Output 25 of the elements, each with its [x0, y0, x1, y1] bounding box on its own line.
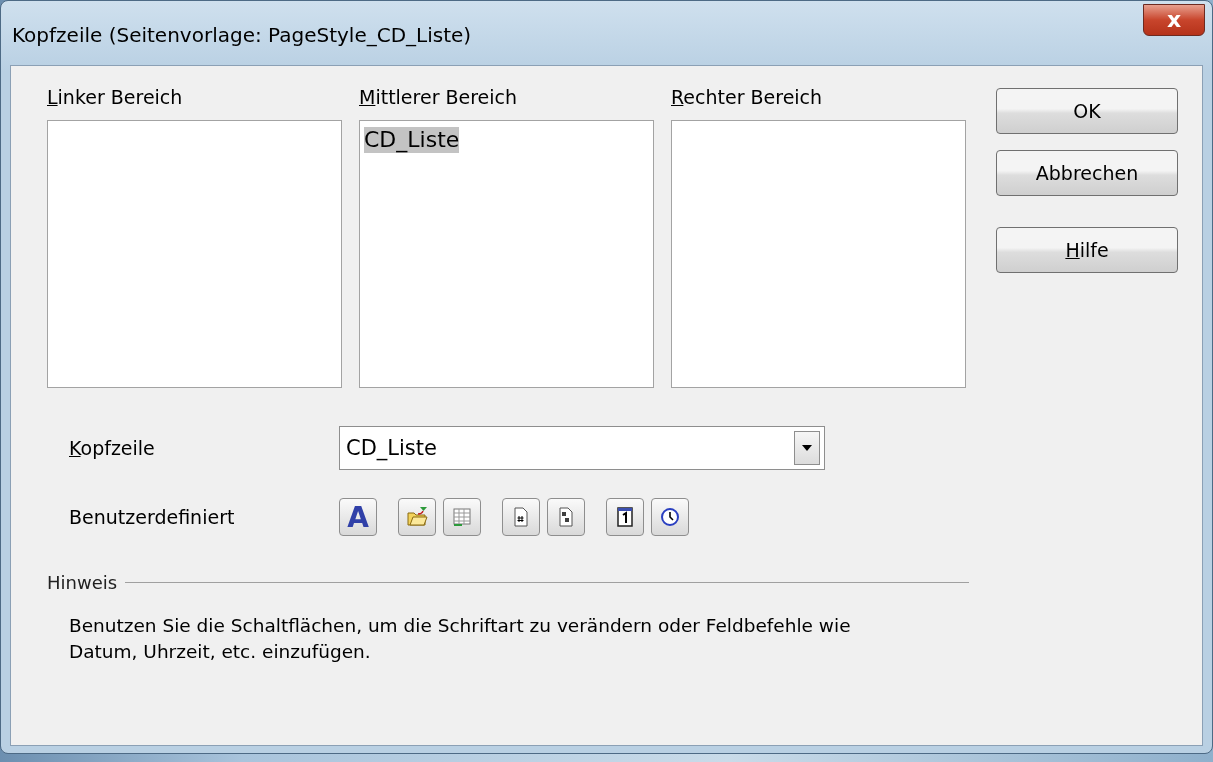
- page-count-icon: [557, 507, 575, 527]
- dialog-button[interactable]: Hilfe: [996, 227, 1178, 273]
- clock-icon: [660, 507, 680, 527]
- area-text: CD_Liste: [364, 127, 460, 153]
- table-icon: [452, 507, 472, 527]
- area-label: Rechter Bereich: [671, 86, 824, 110]
- hint-text: Benutzen Sie die Schaltflächen, um die Schriftart zu verändern oder Feldbefehle wie Datum, Uhrzeit, etc. einzufügen.: [69, 614, 852, 664]
- area-label: Mittlerer Bereich: [359, 86, 519, 110]
- folder-icon: [406, 506, 428, 528]
- toolbar-button[interactable]: [547, 498, 585, 536]
- area-label: Linker Bereich: [47, 86, 184, 110]
- page-number-icon: [512, 507, 530, 527]
- text-area[interactable]: CD_Liste: [359, 120, 654, 388]
- field-label: Kopfzeile: [69, 437, 155, 459]
- section-heading: Hinweis: [47, 572, 118, 593]
- field-label: Benutzerdefiniert: [69, 506, 235, 528]
- window-title: Kopfzeile (Seitenvorlage: PageStyle_CD_Liste): [12, 23, 472, 47]
- calendar-icon: [615, 506, 635, 528]
- header-dropdown[interactable]: CD_Liste: [339, 426, 825, 470]
- dialog-button[interactable]: OK: [996, 88, 1178, 134]
- toolbar-button[interactable]: [606, 498, 644, 536]
- toolbar-button[interactable]: [651, 498, 689, 536]
- close-button[interactable]: x: [1143, 4, 1205, 36]
- font-button[interactable]: A: [339, 498, 377, 536]
- dialog-button[interactable]: Abbrechen: [996, 150, 1178, 196]
